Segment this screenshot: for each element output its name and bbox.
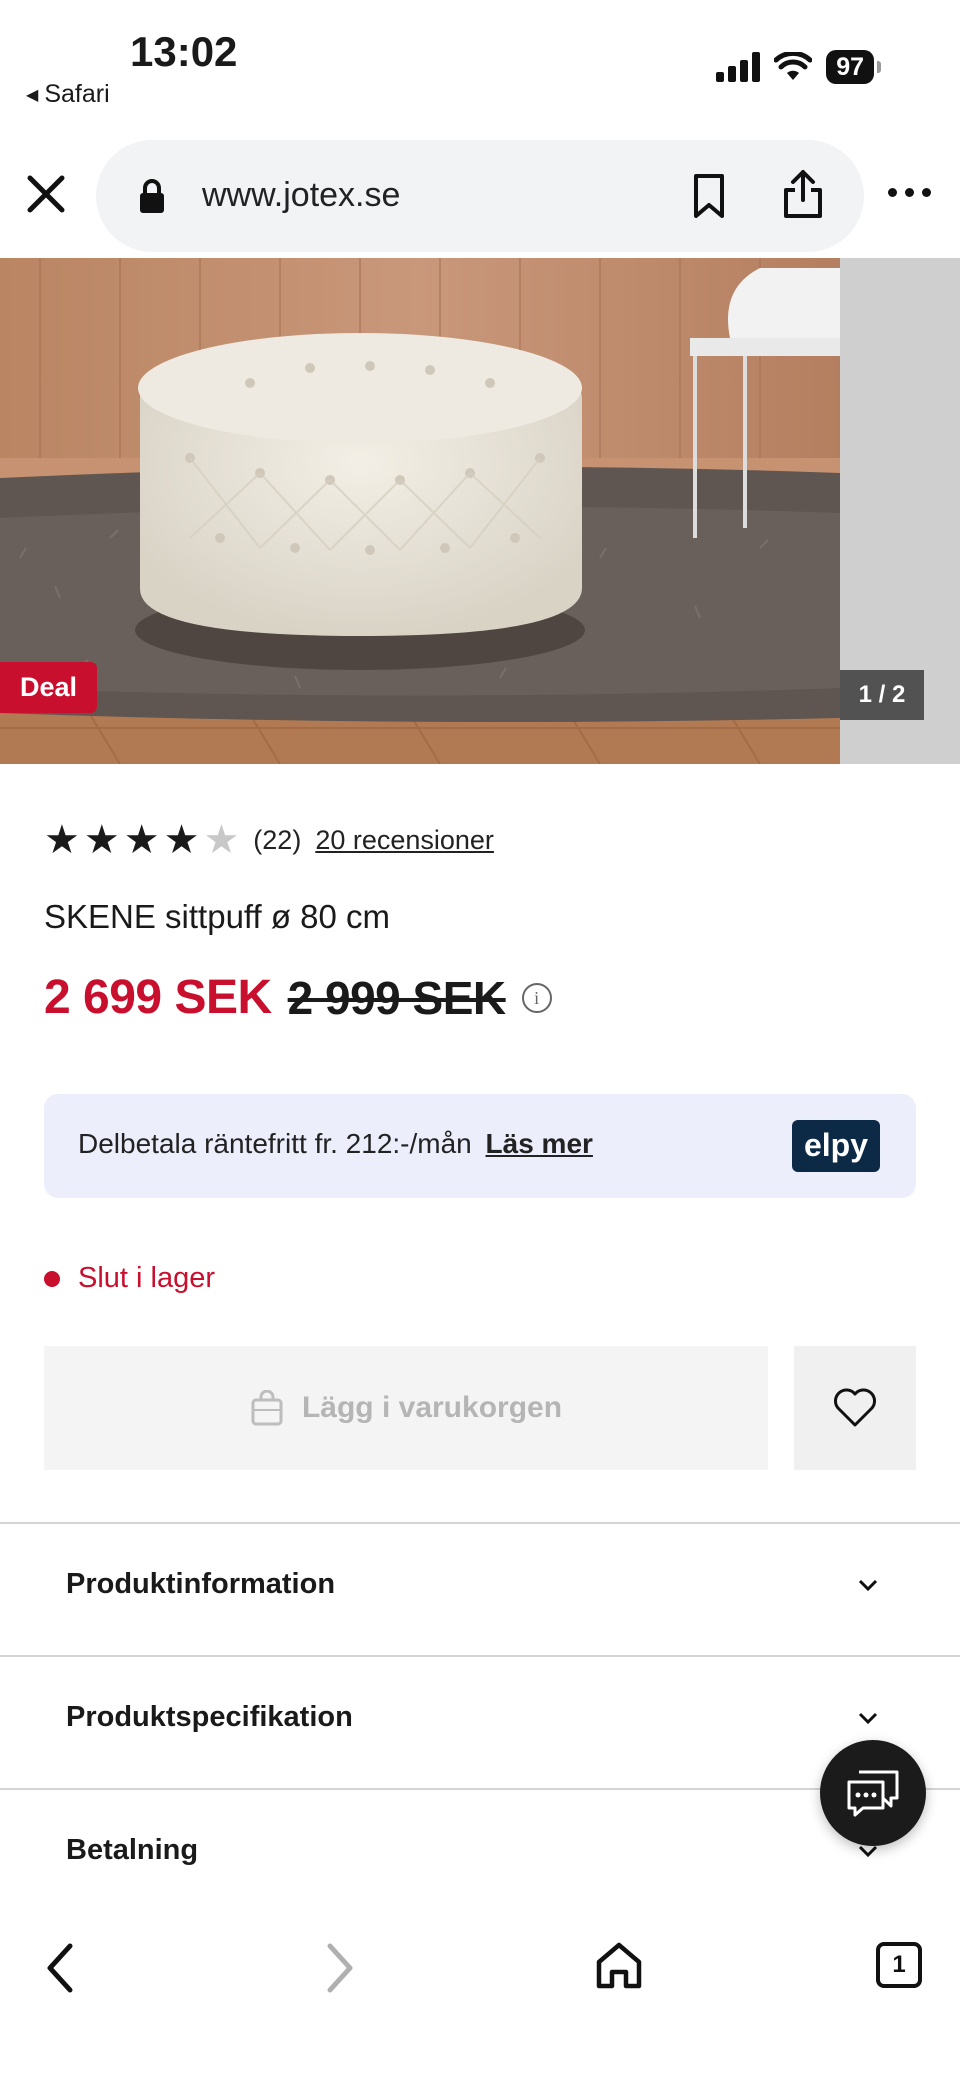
wifi-icon: [774, 52, 813, 80]
chevron-down-icon: [858, 1579, 878, 1592]
shopping-bag-icon: [251, 1390, 283, 1426]
price-row: 2 699 SEK 2 999 SEK i: [44, 970, 552, 1025]
elpy-logo: elpy: [792, 1120, 880, 1172]
image-counter: 1 / 2: [840, 670, 924, 720]
original-price: 2 999 SEK: [287, 971, 506, 1024]
deal-badge: Deal: [0, 662, 98, 713]
star-empty-icon: ★: [203, 818, 240, 862]
accordion-label: Produktinformation: [66, 1568, 336, 1600]
add-to-cart-label: Lägg i varukorgen: [301, 1391, 563, 1424]
share-icon[interactable]: [780, 168, 826, 220]
browser-address-bar: www.jotex.se: [0, 130, 960, 258]
browser-toolbar: 1: [0, 1908, 960, 2086]
accordion-product-information[interactable]: Produktinformation: [0, 1522, 960, 1655]
reviews-link[interactable]: 20 recensioner: [315, 825, 494, 856]
rating-count: (22): [253, 824, 302, 855]
bookmark-icon[interactable]: [686, 172, 732, 220]
heart-icon: [834, 1388, 876, 1427]
current-price: 2 699 SEK: [44, 971, 272, 1024]
read-more-link[interactable]: Läs mer: [486, 1128, 593, 1159]
installment-text-row: Delbetala räntefritt fr. 212:-/mån Läs m…: [78, 1128, 593, 1160]
stock-status-dot: [44, 1270, 60, 1287]
rating-row: ★ ★ ★ ★ ★ (22) 20 recensioner: [44, 820, 494, 860]
cellular-signal-icon: [716, 52, 761, 82]
back-to-app-link[interactable]: ◀ Safari: [26, 80, 110, 109]
installment-banner: Delbetala räntefritt fr. 212:-/mån Läs m…: [44, 1094, 916, 1198]
accordion-label: Produktspecifikation: [66, 1701, 353, 1733]
accordion-product-specification[interactable]: Produktspecifikation: [0, 1655, 960, 1788]
url-field[interactable]: www.jotex.se: [96, 140, 864, 252]
back-triangle-icon: ◀: [26, 86, 39, 104]
product-image-gallery[interactable]: Deal 1 / 2: [0, 258, 960, 764]
url-text: www.jotex.se: [202, 176, 401, 214]
stock-status: Slut i lager: [44, 1262, 215, 1295]
back-arrow-icon[interactable]: [40, 1940, 82, 1996]
product-image: [0, 258, 840, 764]
stock-status-label: Slut i lager: [78, 1262, 216, 1294]
rating-stars: ★ ★ ★ ★ ★: [44, 820, 239, 860]
price-info-icon[interactable]: i: [521, 982, 552, 1013]
home-icon[interactable]: [594, 1940, 644, 1990]
tabs-button[interactable]: 1: [876, 1942, 922, 1988]
more-options-icon[interactable]: [888, 182, 938, 202]
star-filled-icon: ★: [83, 818, 120, 862]
status-icons: 97: [716, 50, 881, 84]
add-to-cart-button[interactable]: Lägg i varukorgen: [44, 1346, 768, 1470]
chat-button[interactable]: [820, 1740, 926, 1846]
chevron-down-icon: [858, 1712, 878, 1725]
favorite-button[interactable]: [794, 1346, 916, 1470]
installment-text: Delbetala räntefritt fr. 212:-/mån: [78, 1128, 472, 1159]
star-filled-icon: ★: [163, 818, 200, 862]
status-bar: 13:02 ◀ Safari 97: [0, 0, 960, 130]
clock: 13:02: [130, 28, 238, 75]
star-filled-icon: ★: [44, 818, 80, 862]
close-icon[interactable]: [22, 170, 70, 218]
back-app-label: Safari: [44, 80, 110, 108]
forward-arrow-icon[interactable]: [318, 1940, 360, 1996]
accordion-label: Betalning: [66, 1834, 199, 1866]
lock-icon: [140, 179, 164, 213]
battery-indicator: 97: [826, 50, 881, 84]
product-title: SKENE sittpuff ø 80 cm: [44, 898, 391, 935]
star-filled-icon: ★: [123, 818, 160, 862]
accordion-payment[interactable]: Betalning: [0, 1788, 960, 1908]
chat-icon: [847, 1770, 899, 1817]
